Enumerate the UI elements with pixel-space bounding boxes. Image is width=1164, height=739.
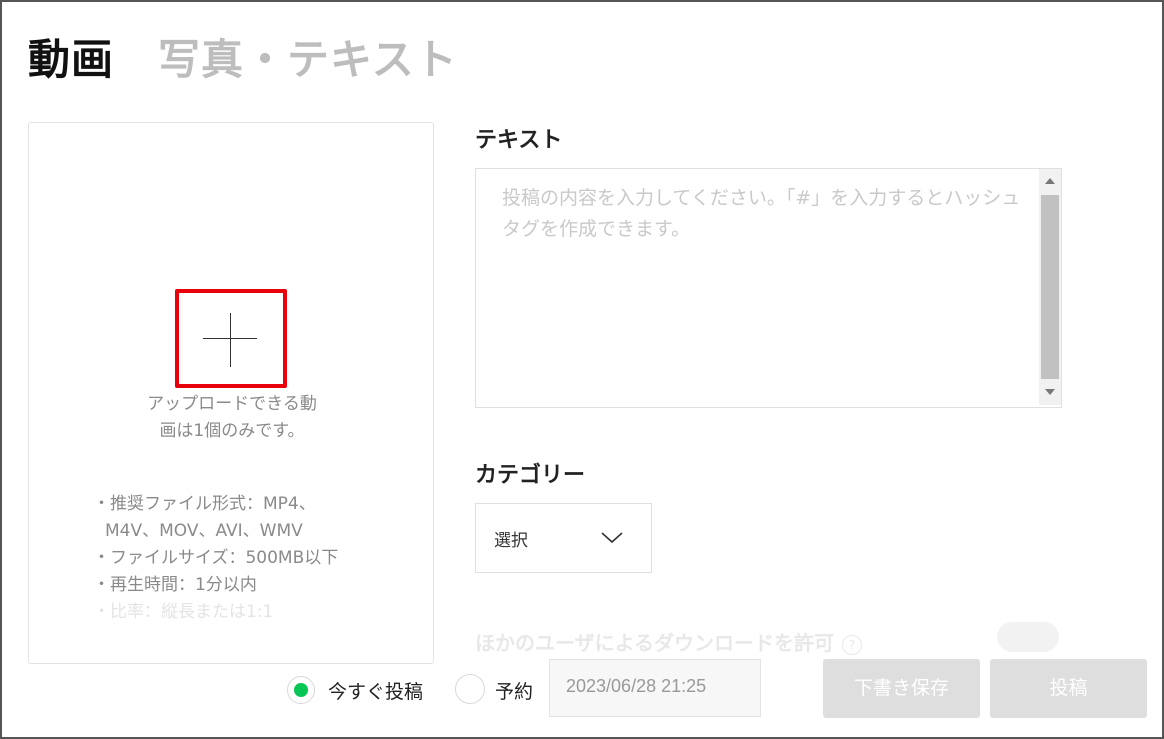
spec-format: ・推奨ファイル形式：MP4、M4V、MOV、AVI、WMV xyxy=(93,494,316,541)
schedule-radio[interactable] xyxy=(455,674,485,704)
add-video-button[interactable] xyxy=(175,289,287,388)
text-scrollbar[interactable] xyxy=(1039,169,1061,405)
post-button[interactable]: 投稿 xyxy=(990,659,1147,718)
upload-specs: ・推奨ファイル形式：MP4、M4V、MOV、AVI、WMV ・ファイルサイズ：5… xyxy=(93,491,363,626)
scroll-down-icon[interactable] xyxy=(1045,389,1055,395)
tab-bar: 動画 写真・テキスト xyxy=(28,26,458,87)
post-dialog: 動画 写真・テキスト アップロードできる動画は1個のみです。 ・推奨ファイル形式… xyxy=(0,0,1164,739)
spec-duration: ・再生時間：1分以内 xyxy=(93,575,257,595)
scroll-up-icon[interactable] xyxy=(1045,178,1055,184)
text-section-title: テキスト xyxy=(475,128,563,153)
category-select[interactable]: 選択 xyxy=(475,503,652,573)
category-title: カテゴリー xyxy=(475,463,586,488)
tab-video[interactable]: 動画 xyxy=(28,26,114,87)
schedule-label[interactable]: 予約 xyxy=(495,677,533,704)
bottom-action-bar: 今すぐ投稿 予約 2023/06/28 21:25 下書き保存 投稿 xyxy=(2,617,1162,737)
spec-size: ・ファイルサイズ：500MB以下 xyxy=(93,548,339,568)
scroll-thumb[interactable] xyxy=(1041,195,1059,379)
post-now-radio[interactable] xyxy=(287,676,315,704)
post-text-input[interactable] xyxy=(476,169,1024,405)
upload-note: アップロードできる動画は1個のみです。 xyxy=(147,394,317,441)
category-selected-value: 選択 xyxy=(494,531,528,551)
text-input-wrapper xyxy=(475,168,1062,408)
video-upload-area[interactable]: アップロードできる動画は1個のみです。 ・推奨ファイル形式：MP4、M4V、MO… xyxy=(28,122,434,664)
schedule-datetime-field[interactable]: 2023/06/28 21:25 xyxy=(549,659,761,717)
save-draft-button[interactable]: 下書き保存 xyxy=(823,659,980,718)
post-now-label[interactable]: 今すぐ投稿 xyxy=(328,677,423,704)
chevron-down-icon xyxy=(601,532,623,544)
tab-photo-text[interactable]: 写真・テキスト xyxy=(158,26,458,87)
